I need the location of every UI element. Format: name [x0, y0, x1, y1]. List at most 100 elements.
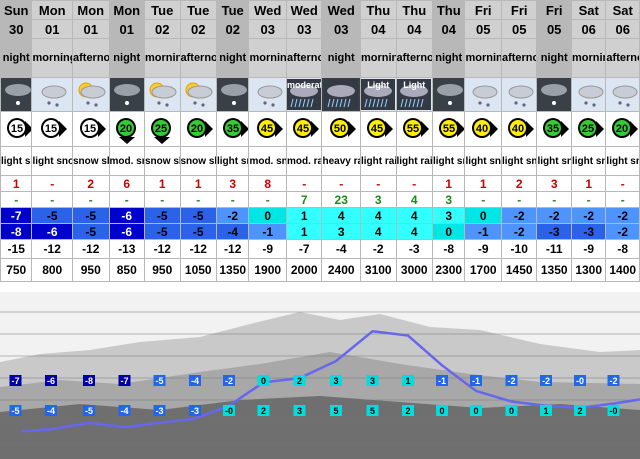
wind-speed-icon: 45 [285, 111, 323, 147]
wind-speed-value: 40 [512, 123, 524, 135]
upper-temp-label: -2 [607, 375, 620, 386]
weather-summary-cell: mod. snow [108, 146, 145, 176]
wind-speed-icon: 35 [536, 111, 572, 147]
lower-temp-label-text: -4 [47, 406, 55, 416]
wind-chill-cell: -12 [31, 239, 73, 259]
upper-temp-label-text: 3 [370, 376, 375, 386]
lower-temp-label: 2 [402, 405, 414, 416]
lower-temp-label: -3 [189, 405, 201, 416]
period-cell: morning [248, 38, 287, 78]
period-cell: afternoon [395, 38, 433, 78]
lower-temp-label-text: -3 [155, 406, 163, 416]
upper-temp-label: -5 [153, 375, 166, 386]
sun-cloud-snow-icon [72, 77, 110, 112]
lower-temp-label: 5 [366, 405, 379, 416]
cloud-snow-icon [464, 77, 502, 112]
min-temp-cell: -8 [0, 223, 33, 240]
min-temp-cell: -2 [605, 223, 640, 240]
rain-amount-cell: 4 [395, 191, 433, 208]
upper-temp-label: 3 [330, 375, 342, 386]
wind-speed-value: 20 [120, 123, 132, 135]
max-temp-cell: 0 [464, 207, 502, 224]
wind-speed-icon: 25 [570, 111, 607, 147]
min-temp-cell: 1 [285, 223, 323, 240]
snow-amount-cell: 3 [536, 175, 572, 192]
min-temp-row: -8 -6 -5 -6 -5 -5 -4 -1 1 3 4 4 0 -1 -2 -3 -3 -2 [0, 223, 640, 240]
day-name-cell: Tue [179, 0, 217, 20]
snow-amount-cell: 1 [431, 175, 466, 192]
upper-temp-label-text: 0 [261, 376, 266, 386]
day-name-cell: Sun [0, 0, 33, 20]
snow-amount-cell: 2 [500, 175, 538, 192]
wind-speed-value: 20 [616, 123, 628, 135]
cloud-snow-icon [570, 77, 607, 112]
date-cell: 06 [605, 19, 640, 39]
wind-speed-icon: 55 [431, 111, 466, 147]
night-snow-icon [0, 77, 33, 112]
light-rain-icon: Light [360, 77, 397, 112]
freezing-level-cell: 3000 [395, 258, 433, 282]
weather-summary-cell: light snow [536, 146, 572, 176]
freezing-level-cell: 750 [0, 258, 33, 282]
wind-chill-cell: -2 [360, 239, 397, 259]
max-temp-cell: -6 [108, 207, 145, 224]
min-temp-cell: -5 [144, 223, 181, 240]
wind-speed-value: 35 [227, 123, 239, 135]
wind-speed-value: 45 [261, 123, 273, 135]
upper-temp-label: -7 [118, 375, 131, 386]
cloud-snow-icon [500, 77, 538, 112]
date-cell: 02 [215, 19, 250, 39]
period-cell: afternoon [605, 38, 640, 78]
lower-temp-label: 3 [293, 405, 306, 416]
freezing-level-cell: 3100 [360, 258, 397, 282]
day-name-cell: Wed [248, 0, 287, 20]
upper-temp-label: -2 [540, 375, 552, 386]
weather-summary-cell: light snow [31, 146, 73, 176]
date-cell: 02 [144, 19, 181, 39]
day-name-cell: Tue [144, 0, 181, 20]
rain-amount-cell: 23 [321, 191, 361, 208]
wind-speed-value: 15 [45, 123, 57, 135]
period-cell: morning [570, 38, 607, 78]
max-temp-cell: -2 [605, 207, 640, 224]
min-temp-cell: -6 [31, 223, 73, 240]
cloud-snow-icon [248, 77, 287, 112]
max-temp-cell: -2 [536, 207, 572, 224]
upper-temp-label-text: 3 [333, 376, 338, 386]
upper-temp-label-text: -2 [542, 376, 550, 386]
rain-amount-cell: - [31, 191, 73, 208]
max-temp-cell: -7 [0, 207, 33, 224]
date-cell: 04 [395, 19, 433, 39]
day-name-cell: Thu [395, 0, 433, 20]
weather-summary-cell: mod. snow [248, 146, 287, 176]
wind-speed-value: 15 [84, 123, 96, 135]
weather-summary-cell: heavy rain [321, 146, 361, 176]
wind-speed-icon: 20 [605, 111, 640, 147]
wind-chill-cell: -9 [570, 239, 607, 259]
lower-temp-label: -0 [223, 405, 235, 416]
period-cell: night [108, 38, 145, 78]
weather-summary-cell: snow shwrs [72, 146, 110, 176]
max-temp-cell: 4 [321, 207, 361, 224]
rain-amount-cell: - [215, 191, 250, 208]
upper-temp-label-text: -1 [438, 376, 446, 386]
snow-amount-cell: 1 [179, 175, 217, 192]
date-cell: 06 [570, 19, 607, 39]
min-temp-cell: 0 [431, 223, 466, 240]
snow-amount-cell: 3 [215, 175, 250, 192]
date-cell: 04 [431, 19, 466, 39]
upper-temp-label-text: -7 [120, 376, 128, 386]
min-temp-cell: -4 [215, 223, 250, 240]
min-temp-cell: -2 [500, 223, 538, 240]
max-temp-cell: -2 [500, 207, 538, 224]
freezing-level-cell: 1050 [179, 258, 217, 282]
lower-temp-label-text: 5 [370, 406, 375, 416]
rain-amount-cell: 3 [431, 191, 466, 208]
lower-temp-label-text: 2 [405, 406, 410, 416]
day-name-cell: Tue [215, 0, 250, 20]
upper-temp-label: 3 [366, 375, 379, 386]
snow-amount-cell: 1 [464, 175, 502, 192]
freezing-level-cell: 950 [72, 258, 110, 282]
snow-amount-cell: 2 [72, 175, 110, 192]
rain-amount-cell: - [464, 191, 502, 208]
